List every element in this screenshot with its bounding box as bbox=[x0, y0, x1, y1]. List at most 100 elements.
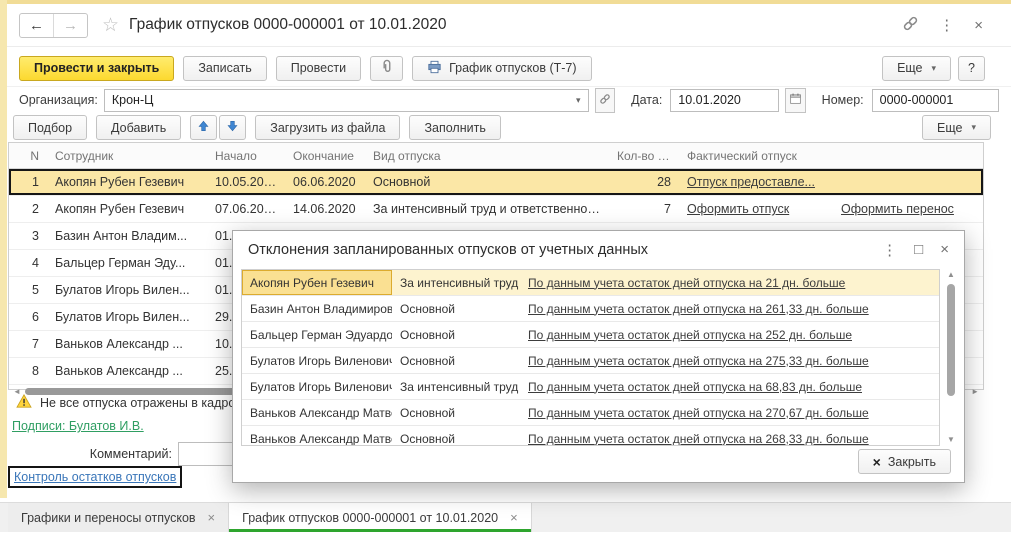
load-from-file-button[interactable]: Загрузить из файла bbox=[255, 115, 400, 140]
tab-close-icon[interactable]: × bbox=[208, 510, 216, 525]
post-button[interactable]: Провести bbox=[276, 56, 361, 81]
cell-n: 8 bbox=[9, 364, 47, 378]
dialog-close-icon[interactable]: × bbox=[940, 241, 949, 258]
fact-vacation-link[interactable]: Оформить отпуск bbox=[687, 202, 789, 216]
header-type[interactable]: Вид отпуска bbox=[365, 149, 609, 163]
close-icon[interactable]: × bbox=[974, 17, 983, 34]
help-button[interactable]: ? bbox=[958, 56, 985, 81]
open-link-icon bbox=[599, 93, 611, 108]
date-picker-button[interactable] bbox=[785, 88, 806, 113]
signatures-link[interactable]: Подписи: Булатов И.В. bbox=[12, 419, 144, 433]
back-icon: ← bbox=[29, 17, 44, 34]
dialog-title: Отклонения запланированных отпусков от у… bbox=[248, 242, 648, 258]
forward-button[interactable]: → bbox=[53, 14, 87, 37]
deviations-dialog: Отклонения запланированных отпусков от у… bbox=[232, 230, 965, 483]
header-fact[interactable]: Фактический отпуск bbox=[679, 149, 985, 163]
deviation-detail-link[interactable]: По данным учета остаток дней отпуска на … bbox=[528, 354, 869, 368]
fill-button[interactable]: Заполнить bbox=[409, 115, 500, 140]
toolbar-more-button[interactable]: Еще ▾ bbox=[882, 56, 951, 81]
scrollbar-thumb[interactable] bbox=[947, 284, 955, 396]
tab-vacation-schedule-document[interactable]: График отпусков 0000-000001 от 10.01.202… bbox=[229, 503, 532, 532]
cell-end: 06.06.2020 bbox=[285, 175, 365, 189]
more-menu-icon[interactable]: ⋮ bbox=[939, 16, 954, 34]
deviation-detail-link[interactable]: По данным учета остаток дней отпуска на … bbox=[528, 302, 869, 316]
attachments-button[interactable] bbox=[370, 56, 403, 81]
cell-employee: Булатов Игорь Вилен... bbox=[47, 310, 207, 324]
back-button[interactable]: ← bbox=[20, 14, 53, 37]
table-row[interactable]: 1 Акопян Рубен Гезевич 10.05.2020 06.06.… bbox=[9, 169, 983, 196]
add-button[interactable]: Добавить bbox=[96, 115, 181, 140]
calendar-icon bbox=[789, 92, 802, 108]
cell-type: Основной bbox=[392, 432, 520, 446]
dialog-vertical-scrollbar[interactable]: ▲ ▼ bbox=[944, 271, 958, 444]
tab-close-icon[interactable]: × bbox=[510, 510, 518, 525]
deviation-detail-link[interactable]: По данным учета остаток дней отпуска на … bbox=[528, 276, 845, 290]
scroll-down-icon[interactable]: ▼ bbox=[947, 436, 955, 444]
deviation-row[interactable]: Булатов Игорь Виленович Основной По данн… bbox=[242, 348, 939, 374]
scroll-right-icon[interactable]: ► bbox=[971, 388, 979, 396]
cell-type: Основной bbox=[392, 406, 520, 420]
deviations-list: Акопян Рубен Гезевич За интенсивный труд… bbox=[241, 269, 940, 446]
titlebar: ← → ☆ График отпусков 0000-000001 от 10.… bbox=[7, 4, 1011, 47]
deviation-detail-link[interactable]: По данным учета остаток дней отпуска на … bbox=[528, 328, 852, 342]
toolbar-right: Еще ▾ ? bbox=[882, 56, 999, 81]
warning-text: Не все отпуска отражены в кадро bbox=[40, 396, 235, 410]
scroll-up-icon[interactable]: ▲ bbox=[947, 271, 955, 279]
number-value: 0000-000001 bbox=[880, 93, 954, 107]
cell-employee: Булатов Игорь Вилен... bbox=[47, 283, 207, 297]
header-end[interactable]: Окончание bbox=[285, 149, 365, 163]
cell-start: 10.05.2020 bbox=[207, 175, 285, 189]
deviation-row[interactable]: Булатов Игорь Виленович За интенсивный т… bbox=[242, 374, 939, 400]
table-row[interactable]: 2 Акопян Рубен Гезевич 07.06.2020 14.06.… bbox=[9, 196, 983, 223]
date-value: 10.01.2020 bbox=[678, 93, 741, 107]
deviation-row[interactable]: Акопян Рубен Гезевич За интенсивный труд… bbox=[242, 270, 939, 296]
cell-employee: Ваньков Александр ... bbox=[47, 364, 207, 378]
cell-n: 3 bbox=[9, 229, 47, 243]
deviation-row[interactable]: Ваньков Александр Матвее... Основной По … bbox=[242, 426, 939, 446]
dialog-maximize-icon[interactable]: □ bbox=[914, 241, 923, 258]
app-window: ← → ☆ График отпусков 0000-000001 от 10.… bbox=[0, 0, 1011, 537]
cell-employee: Бальцер Герман Эдуардович bbox=[242, 322, 392, 347]
pick-button[interactable]: Подбор bbox=[13, 115, 87, 140]
header-n[interactable]: N bbox=[9, 149, 47, 163]
print-t7-button[interactable]: График отпусков (Т-7) bbox=[412, 56, 591, 81]
org-dropdown-icon[interactable]: ▾ bbox=[576, 95, 581, 106]
cell-type: Основной bbox=[365, 175, 609, 189]
number-label: Номер: bbox=[822, 93, 864, 107]
titlebar-icons: ⋮ × bbox=[902, 15, 999, 35]
write-button[interactable]: Записать bbox=[183, 56, 266, 81]
post-and-close-button[interactable]: Провести и закрыть bbox=[19, 56, 174, 81]
move-up-button[interactable] bbox=[190, 115, 217, 140]
cell-n: 7 bbox=[9, 337, 47, 351]
header-start[interactable]: Начало bbox=[207, 149, 285, 163]
cell-days: 7 bbox=[609, 202, 679, 216]
favorite-star-icon[interactable]: ☆ bbox=[102, 14, 119, 37]
date-field[interactable]: 10.01.2020 bbox=[670, 89, 779, 112]
number-field[interactable]: 0000-000001 bbox=[872, 89, 999, 112]
org-open-button[interactable] bbox=[595, 88, 616, 113]
move-down-button[interactable] bbox=[219, 115, 246, 140]
dialog-titlebar-icons: ⋮ □ × bbox=[882, 241, 949, 259]
fact-vacation-link[interactable]: Отпуск предоставле... bbox=[687, 175, 815, 189]
deviation-detail-link[interactable]: По данным учета остаток дней отпуска на … bbox=[528, 406, 869, 420]
dialog-close-button[interactable]: × Закрыть bbox=[858, 449, 951, 474]
cell-employee: Бальцер Герман Эду... bbox=[47, 256, 207, 270]
header-employee[interactable]: Сотрудник bbox=[47, 149, 207, 163]
deviation-row[interactable]: Ваньков Александр Матвее... Основной По … bbox=[242, 400, 939, 426]
vacation-balance-control-link[interactable]: Контроль остатков отпусков bbox=[14, 470, 176, 484]
table-more-button[interactable]: Еще ▾ bbox=[922, 115, 991, 140]
close-x-icon: × bbox=[873, 454, 881, 470]
header-days[interactable]: Кол-во дн. bbox=[609, 149, 679, 163]
link-icon[interactable] bbox=[902, 15, 919, 35]
dialog-menu-icon[interactable]: ⋮ bbox=[882, 241, 897, 259]
deviation-detail-link[interactable]: По данным учета остаток дней отпуска на … bbox=[528, 380, 862, 394]
table-command-bar: Подбор Добавить Загрузить из файла Запол… bbox=[7, 114, 1011, 141]
deviation-row[interactable]: Базин Антон Владимирович Основной По дан… bbox=[242, 296, 939, 322]
tab-vacation-schedules-list[interactable]: Графики и переносы отпусков × bbox=[8, 503, 229, 532]
org-field[interactable]: Крон-Ц ▾ bbox=[104, 89, 589, 112]
fact-transfer-link[interactable]: Оформить перенос bbox=[841, 202, 954, 216]
deviation-row[interactable]: Бальцер Герман Эдуардович Основной По да… bbox=[242, 322, 939, 348]
deviation-detail-link[interactable]: По данным учета остаток дней отпуска на … bbox=[528, 432, 869, 446]
command-bar-right: Еще ▾ bbox=[922, 115, 1005, 140]
cell-days: 28 bbox=[609, 175, 679, 189]
